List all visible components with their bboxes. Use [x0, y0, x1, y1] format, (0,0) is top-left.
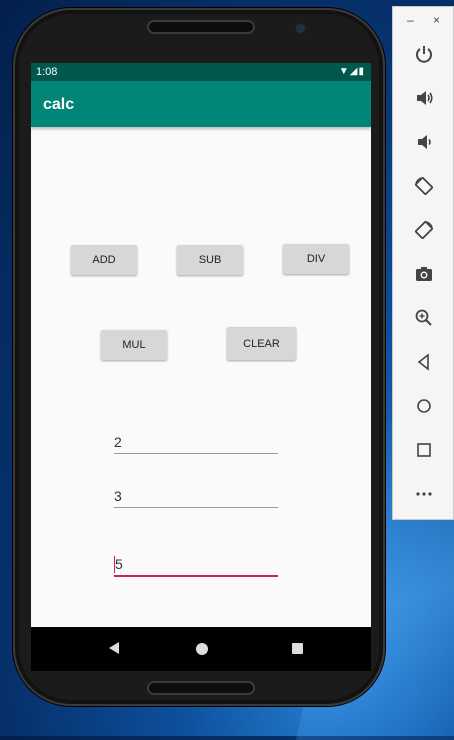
div-button[interactable]: DIV [283, 244, 349, 274]
result-field[interactable]: 5 [114, 549, 278, 577]
close-button[interactable]: × [433, 13, 440, 27]
second-number-field[interactable]: 3 [114, 481, 278, 508]
power-icon[interactable] [393, 39, 454, 69]
zoom-icon[interactable] [393, 303, 454, 333]
first-number-field[interactable]: 2 [114, 427, 278, 454]
mul-button[interactable]: MUL [101, 330, 167, 360]
status-time: 1:08 [36, 66, 58, 78]
rotate-right-icon[interactable] [393, 215, 454, 245]
front-camera [297, 25, 304, 32]
emulator-toolbar: – × [392, 6, 454, 520]
result-value: 5 [115, 556, 123, 572]
home-icon[interactable] [393, 391, 454, 421]
navigation-bar [31, 627, 371, 671]
phone-screen: 1:08 ▼◢▮ calc ADD SUB DIV MUL CLEAR 2 3 … [31, 63, 371, 627]
overview-icon[interactable] [393, 435, 454, 465]
camera-icon[interactable] [393, 259, 454, 289]
nav-home-icon[interactable] [196, 643, 208, 655]
app-bar: calc [31, 81, 371, 127]
status-bar: 1:08 ▼◢▮ [31, 63, 371, 81]
text-cursor [114, 556, 115, 573]
app-title: calc [43, 96, 75, 113]
nav-recents-icon[interactable] [292, 643, 303, 654]
add-button[interactable]: ADD [71, 245, 137, 275]
back-icon[interactable] [393, 347, 454, 377]
phone-frame: 1:08 ▼◢▮ calc ADD SUB DIV MUL CLEAR 2 3 … [13, 8, 385, 706]
sub-button[interactable]: SUB [177, 245, 243, 275]
more-icon[interactable] [393, 479, 454, 509]
rotate-left-icon[interactable] [393, 171, 454, 201]
earpiece-speaker [147, 20, 255, 34]
first-number-value: 2 [114, 434, 122, 450]
clear-button[interactable]: CLEAR [227, 327, 296, 360]
volume-up-icon[interactable] [393, 83, 454, 113]
status-icons: ▼◢▮ [338, 66, 365, 77]
second-number-value: 3 [114, 488, 122, 504]
nav-back-icon[interactable] [109, 642, 119, 654]
minimize-button[interactable]: – [407, 13, 414, 27]
bottom-speaker [147, 681, 255, 695]
volume-down-icon[interactable] [393, 127, 454, 157]
